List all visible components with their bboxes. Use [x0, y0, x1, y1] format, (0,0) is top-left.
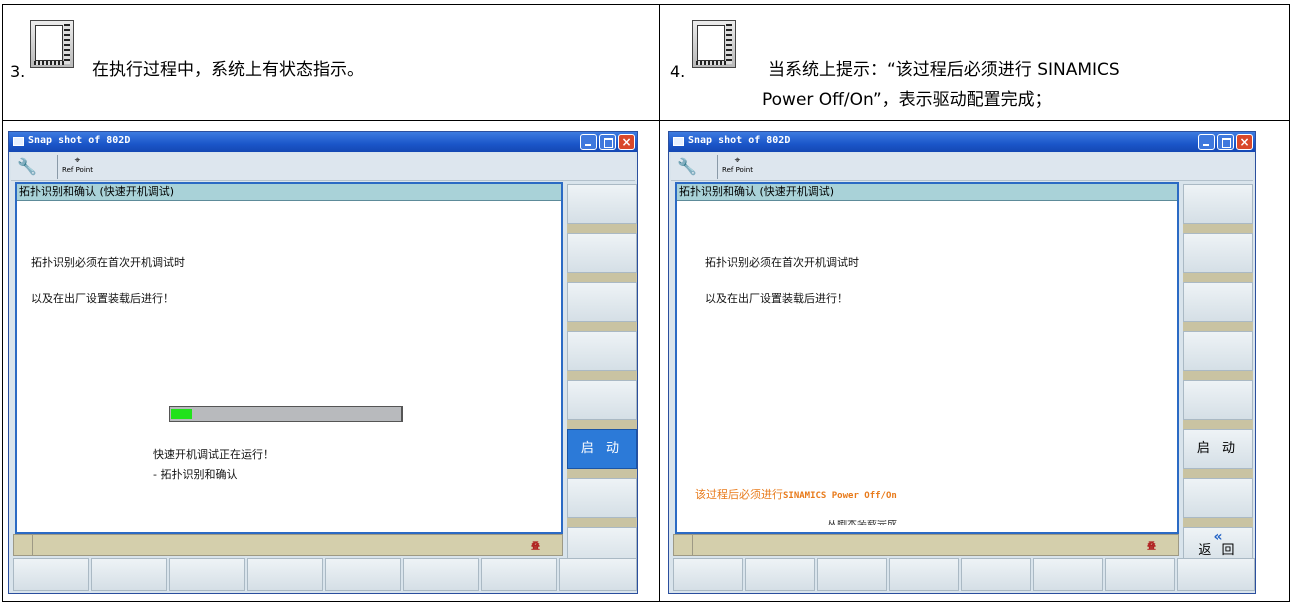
- monitor-icon: [30, 20, 74, 68]
- window-title: Snap shot of 802D: [28, 135, 131, 146]
- softkey-v2[interactable]: [567, 233, 637, 273]
- message-line-2: 以及在出厂设置装载后进行！: [705, 292, 848, 305]
- start-softkey[interactable]: 启 动: [567, 429, 637, 469]
- status-indicator: 叠: [1146, 542, 1156, 552]
- horizontal-softkeys: [673, 558, 1255, 591]
- softkey-h8[interactable]: [559, 558, 637, 591]
- softkey-v4[interactable]: [1183, 331, 1253, 371]
- softkey-v4[interactable]: [567, 331, 637, 371]
- softkey-h7[interactable]: [481, 558, 557, 591]
- ref-point-label: Ref Point: [722, 166, 753, 174]
- softkey-h3[interactable]: [169, 558, 245, 591]
- title-bar: Snap shot of 802D ×: [669, 132, 1255, 152]
- softkey-h6[interactable]: [403, 558, 479, 591]
- screenshot-window-1: Snap shot of 802D × 🔧 ⌖ Ref Point 拓扑识别和确…: [8, 131, 638, 594]
- softkey-h4[interactable]: [247, 558, 323, 591]
- step-4-text-line1: 当系统上提示：“该过程后必须进行 SINAMICS: [768, 60, 1120, 80]
- status-bar: 叠: [13, 534, 563, 556]
- panel-title: 拓扑识别和确认 (快速开机调试): [677, 184, 1177, 201]
- close-button[interactable]: ×: [1236, 134, 1253, 150]
- softkey-h6[interactable]: [1033, 558, 1103, 591]
- table-column-divider: [659, 4, 660, 602]
- message-line-1: 拓扑识别必须在首次开机调试时: [31, 256, 185, 269]
- progress-fill: [171, 409, 192, 419]
- power-cycle-warning: 该过程后必须进行SINAMICS Power Off/On: [695, 486, 897, 502]
- step-3-text: 在执行过程中，系统上有状态指示。: [92, 60, 364, 80]
- softkey-h5[interactable]: [325, 558, 401, 591]
- monitor-icon: [692, 20, 736, 68]
- softkey-v7[interactable]: [567, 478, 637, 518]
- maximize-button[interactable]: [1217, 134, 1234, 150]
- ref-point-icon: ⌖: [74, 155, 81, 166]
- panel-title: 拓扑识别和确认 (快速开机调试): [17, 184, 561, 201]
- status-bar: 叠: [673, 534, 1179, 556]
- window-icon: [673, 137, 684, 146]
- wrench-icon[interactable]: 🔧: [677, 157, 697, 176]
- softkey-v5[interactable]: [567, 380, 637, 420]
- softkey-h2[interactable]: [91, 558, 167, 591]
- ref-point-icon: ⌖: [734, 155, 741, 166]
- softkey-h5[interactable]: [961, 558, 1031, 591]
- window-title: Snap shot of 802D: [688, 135, 791, 146]
- softkey-v1[interactable]: [567, 184, 637, 224]
- ref-point-label: Ref Point: [62, 166, 93, 174]
- ref-point-button[interactable]: ⌖ Ref Point: [57, 155, 97, 179]
- step-3: 3. 在执行过程中，系统上有状态指示。: [10, 14, 650, 114]
- partially-hidden-line: 从脚本装载完成: [827, 520, 897, 525]
- step-4-text-line2: Power Off/On”，表示驱动配置完成；: [762, 90, 1052, 110]
- status-line-2: - 拓扑识别和确认: [153, 468, 238, 481]
- warning-sinamics: SINAMICS Power Off/On: [783, 491, 897, 501]
- maximize-button[interactable]: [599, 134, 616, 150]
- ref-point-button[interactable]: ⌖ Ref Point: [717, 155, 757, 179]
- main-panel: 拓扑识别和确认 (快速开机调试) 拓扑识别必须在首次开机调试时 以及在出厂设置装…: [675, 182, 1179, 534]
- softkey-v7[interactable]: [1183, 478, 1253, 518]
- window-icon: [13, 137, 24, 146]
- softkey-v3[interactable]: [1183, 282, 1253, 322]
- softkey-h7[interactable]: [1105, 558, 1175, 591]
- softkey-h3[interactable]: [817, 558, 887, 591]
- table-row-divider: [2, 120, 1290, 121]
- toolbar: 🔧 ⌖ Ref Point: [671, 153, 1253, 181]
- minimize-button[interactable]: [1198, 134, 1215, 150]
- wrench-icon[interactable]: 🔧: [17, 157, 37, 176]
- message-line-2: 以及在出厂设置装载后进行！: [31, 292, 174, 305]
- softkey-h1[interactable]: [13, 558, 89, 591]
- softkey-h1[interactable]: [673, 558, 743, 591]
- softkey-h8[interactable]: [1177, 558, 1255, 591]
- step-3-number: 3.: [10, 62, 26, 81]
- horizontal-softkeys: [13, 558, 637, 591]
- step-4: 4. 当系统上提示：“该过程后必须进行 SINAMICS Power Off/O…: [670, 14, 1290, 114]
- progress-bar: [169, 406, 403, 422]
- screenshot-window-2: Snap shot of 802D × 🔧 ⌖ Ref Point 拓扑识别和确…: [668, 131, 1256, 594]
- main-panel: 拓扑识别和确认 (快速开机调试) 拓扑识别必须在首次开机调试时 以及在出厂设置装…: [15, 182, 563, 534]
- status-line-1: 快速开机调试正在运行！: [153, 448, 274, 461]
- softkey-v1[interactable]: [1183, 184, 1253, 224]
- warning-prefix: 该过程后必须进行: [695, 488, 783, 501]
- message-line-1: 拓扑识别必须在首次开机调试时: [705, 256, 859, 269]
- softkey-v5[interactable]: [1183, 380, 1253, 420]
- toolbar: 🔧 ⌖ Ref Point: [11, 153, 635, 181]
- softkey-h2[interactable]: [745, 558, 815, 591]
- back-softkey-label: 返 回: [1198, 543, 1238, 558]
- softkey-h4[interactable]: [889, 558, 959, 591]
- minimize-button[interactable]: [580, 134, 597, 150]
- close-button[interactable]: ×: [618, 134, 635, 150]
- status-indicator: 叠: [530, 542, 540, 552]
- title-bar: Snap shot of 802D ×: [9, 132, 637, 152]
- softkey-v3[interactable]: [567, 282, 637, 322]
- softkey-v2[interactable]: [1183, 233, 1253, 273]
- step-4-number: 4.: [670, 62, 686, 81]
- start-softkey[interactable]: 启 动: [1183, 429, 1253, 469]
